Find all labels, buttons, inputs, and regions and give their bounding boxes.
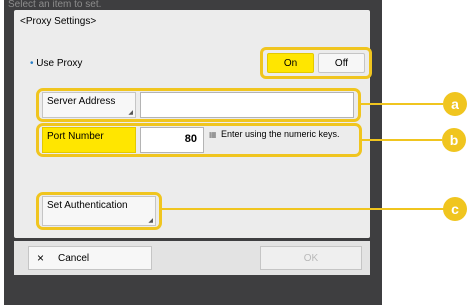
corner-triangle-icon: ◢ [128,110,133,116]
callout-c-leader [162,208,444,210]
dialog-footer: × Cancel OK [14,241,370,275]
ok-label: OK [303,252,319,264]
proxy-settings-panel: <Proxy Settings> • Use Proxy On Off Serv… [14,10,372,238]
callout-b-leader [362,139,442,141]
set-authentication-label: Set Authentication [47,200,128,211]
callout-a-leader [361,103,443,105]
cancel-button[interactable]: × Cancel [28,246,152,270]
server-address-button[interactable]: Server Address ◢ [42,92,136,118]
set-authentication-button[interactable]: Set Authentication ◢ [42,196,156,226]
use-proxy-toggle-group: On Off [260,47,372,79]
use-proxy-label: • Use Proxy [30,58,82,69]
close-icon: × [37,251,45,265]
use-proxy-text: Use Proxy [36,58,83,69]
callout-c-badge: c [443,197,467,221]
breadcrumb-text: Select an item to set. [8,0,102,10]
ok-button[interactable]: OK [260,246,362,270]
port-number-label: Port Number [47,131,104,142]
port-number-button[interactable]: Port Number [42,127,136,153]
proxy-off-button[interactable]: Off [318,53,365,73]
corner-triangle-icon: ◢ [148,218,153,224]
server-address-label: Server Address [47,96,116,107]
proxy-on-button[interactable]: On [267,53,314,73]
bullet-icon: • [30,58,34,69]
port-number-hint: Enter using the numeric keys. [221,129,340,139]
port-number-input[interactable]: 80 [140,127,204,153]
server-address-input[interactable] [140,92,354,118]
cancel-label: Cancel [58,252,90,264]
callout-a-badge: a [443,92,467,116]
keypad-icon: ▦ [209,130,217,139]
callout-b-badge: b [442,128,466,152]
dialog-title: <Proxy Settings> [20,16,97,27]
